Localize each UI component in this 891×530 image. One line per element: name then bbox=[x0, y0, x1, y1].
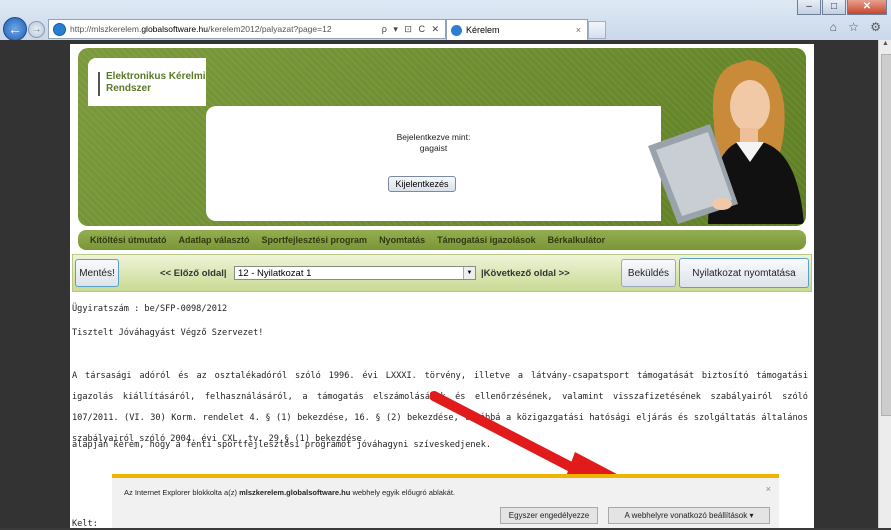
print-declaration-button[interactable]: Nyilatkozat nyomtatása bbox=[679, 258, 809, 288]
menu-item-sportfejlesztesi-program[interactable]: Sportfejlesztési program bbox=[262, 235, 368, 245]
popup-message: Az Internet Explorer blokkolta a(z) mlsz… bbox=[124, 488, 456, 497]
next-page-link[interactable]: |Következő oldal >> bbox=[481, 268, 570, 279]
logo-bar bbox=[98, 72, 100, 96]
submit-button[interactable]: Beküldés bbox=[621, 259, 676, 287]
menu-item-kitoltesi-utmutato[interactable]: Kitöltési útmutató bbox=[90, 235, 167, 245]
browser-chrome: – □ ✕ ← → http://mlszkerelem.globalsoftw… bbox=[0, 0, 891, 41]
close-window-button[interactable]: ✕ bbox=[847, 0, 887, 15]
ie-favicon-icon bbox=[451, 24, 462, 36]
menu-item-adatlap-valaszto[interactable]: Adatlap választó bbox=[179, 235, 250, 245]
vertical-scrollbar[interactable]: ▲ bbox=[878, 40, 891, 528]
address-url[interactable]: http://mlszkerelem.globalsoftware.hu/ker… bbox=[70, 24, 382, 34]
reference-number: Ügyiratszám : be/SFP-0098/2012 bbox=[72, 304, 228, 314]
declaration-last-line: alapján kérem, hogy a fenti sportfejlesz… bbox=[72, 440, 492, 450]
page-select[interactable]: 12 - Nyilatkozat 1 ▼ bbox=[234, 266, 476, 280]
scroll-up-icon[interactable]: ▲ bbox=[879, 40, 891, 52]
address-bar[interactable]: http://mlszkerelem.globalsoftware.hu/ker… bbox=[48, 19, 446, 39]
back-arrow-icon[interactable]: ← bbox=[3, 17, 27, 41]
address-tools-icons[interactable]: ρ ▾ ⊡ C ✕ bbox=[382, 24, 445, 35]
greeting: Tisztelt Jóváhagyást Végző Szervezet! bbox=[72, 328, 264, 338]
logged-in-label: Bejelentkezve mint: bbox=[396, 132, 471, 142]
new-tab-button[interactable] bbox=[588, 21, 606, 39]
page-navigation-bar: Mentés! << Előző oldal| 12 - Nyilatkozat… bbox=[72, 254, 812, 292]
allow-once-button[interactable]: Egyszer engedélyezze bbox=[500, 507, 598, 524]
home-favorites-tools-icons[interactable]: ⌂ ☆ ⚙ bbox=[830, 20, 885, 34]
logout-button[interactable]: Kijelentkezés bbox=[388, 176, 456, 192]
page-select-value: 12 - Nyilatkozat 1 bbox=[238, 268, 312, 279]
ie-favicon-icon bbox=[53, 22, 66, 36]
tab-title: Kérelem bbox=[466, 25, 500, 35]
site-logo: Elektronikus Kérelmi Rendszer bbox=[88, 58, 206, 106]
popup-blocked-notification: Az Internet Explorer blokkolta a(z) mlsz… bbox=[112, 474, 779, 528]
forward-arrow-icon[interactable]: → bbox=[28, 21, 45, 38]
chevron-down-icon: ▼ bbox=[463, 267, 475, 279]
login-panel: Bejelentkezve mint: gagaist Kijelentkezé… bbox=[206, 106, 661, 221]
woman-with-laptop-image bbox=[648, 60, 804, 224]
site-header: Elektronikus Kérelmi Rendszer Bejelentke… bbox=[78, 48, 806, 226]
minimize-button[interactable]: – bbox=[797, 0, 821, 15]
previous-page-link[interactable]: << Előző oldal| bbox=[160, 268, 227, 279]
menu-item-berkalkulator[interactable]: Bérkalkulátor bbox=[548, 235, 606, 245]
menu-item-nyomtatas[interactable]: Nyomtatás bbox=[379, 235, 425, 245]
close-icon[interactable]: × bbox=[766, 484, 771, 494]
site-options-button[interactable]: A webhelyre vonatkozó beállítások ▾ bbox=[608, 507, 770, 524]
username: gagaist bbox=[419, 143, 448, 153]
browser-tab[interactable]: Kérelem × bbox=[446, 19, 588, 40]
menu-item-tamogatasi-igazolasok[interactable]: Támogatási igazolások bbox=[437, 235, 536, 245]
window-controls: – □ ✕ bbox=[797, 0, 887, 15]
save-button[interactable]: Mentés! bbox=[75, 259, 119, 287]
maximize-button[interactable]: □ bbox=[822, 0, 846, 15]
scroll-thumb[interactable] bbox=[881, 54, 891, 416]
logo-line-1: Elektronikus Kérelmi bbox=[106, 71, 206, 82]
tab-close-icon[interactable]: × bbox=[576, 25, 587, 35]
main-menu: Kitöltési útmutató Adatlap választó Spor… bbox=[78, 230, 806, 250]
logo-line-2: Rendszer bbox=[106, 83, 152, 94]
